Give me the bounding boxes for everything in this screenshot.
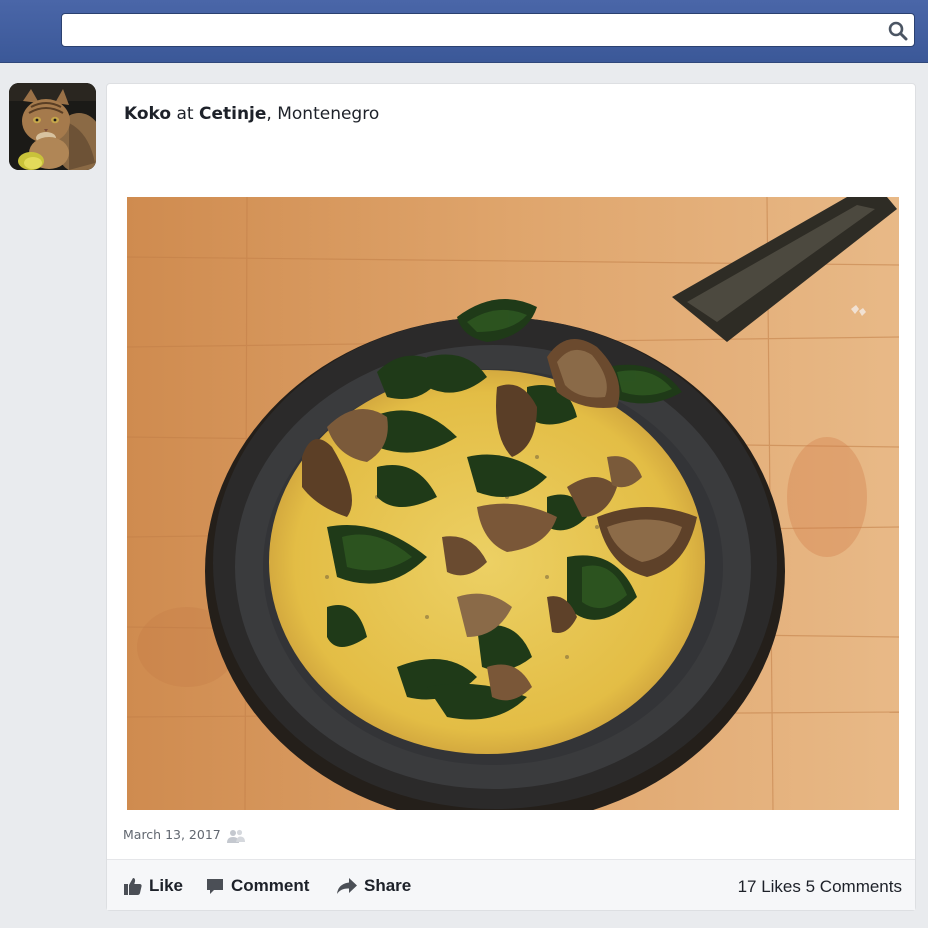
share-button[interactable]: Share bbox=[336, 875, 411, 897]
omelette-pan-photo bbox=[127, 197, 899, 810]
like-label: Like bbox=[149, 876, 184, 895]
post-photo[interactable] bbox=[127, 197, 899, 810]
likes-count[interactable]: 17 Likes bbox=[738, 877, 801, 896]
comment-icon bbox=[207, 879, 223, 894]
post-header: Koko at Cetinje, Montenegro bbox=[124, 104, 379, 124]
search-box[interactable] bbox=[61, 13, 915, 47]
region-name: , Montenegro bbox=[266, 104, 380, 124]
comments-count[interactable]: 5 Comments bbox=[806, 877, 902, 896]
author-name[interactable]: Koko bbox=[124, 104, 171, 124]
share-arrow-icon bbox=[337, 878, 357, 894]
search-icon[interactable] bbox=[888, 21, 908, 41]
like-button[interactable]: Like bbox=[123, 875, 183, 897]
thumbs-up-icon bbox=[124, 878, 142, 895]
share-label: Share bbox=[364, 876, 412, 895]
avatar[interactable] bbox=[9, 83, 96, 170]
top-navigation-bar bbox=[0, 0, 928, 63]
friends-icon[interactable] bbox=[227, 828, 245, 844]
place-name[interactable]: Cetinje bbox=[199, 104, 266, 124]
comment-label: Comment bbox=[231, 876, 310, 895]
comment-button[interactable]: Comment bbox=[205, 875, 309, 897]
post-date[interactable]: March 13, 2017 bbox=[123, 827, 221, 842]
cat-photo bbox=[9, 83, 96, 170]
action-bar: Like Comment Share 17 Likes 5 Comments bbox=[107, 860, 915, 910]
search-input[interactable] bbox=[70, 18, 874, 44]
post-card: Koko at Cetinje, Montenegro March 13, 20… bbox=[106, 83, 916, 911]
at-word: at bbox=[176, 104, 194, 124]
engagement-stats: 17 Likes 5 Comments bbox=[738, 877, 902, 897]
